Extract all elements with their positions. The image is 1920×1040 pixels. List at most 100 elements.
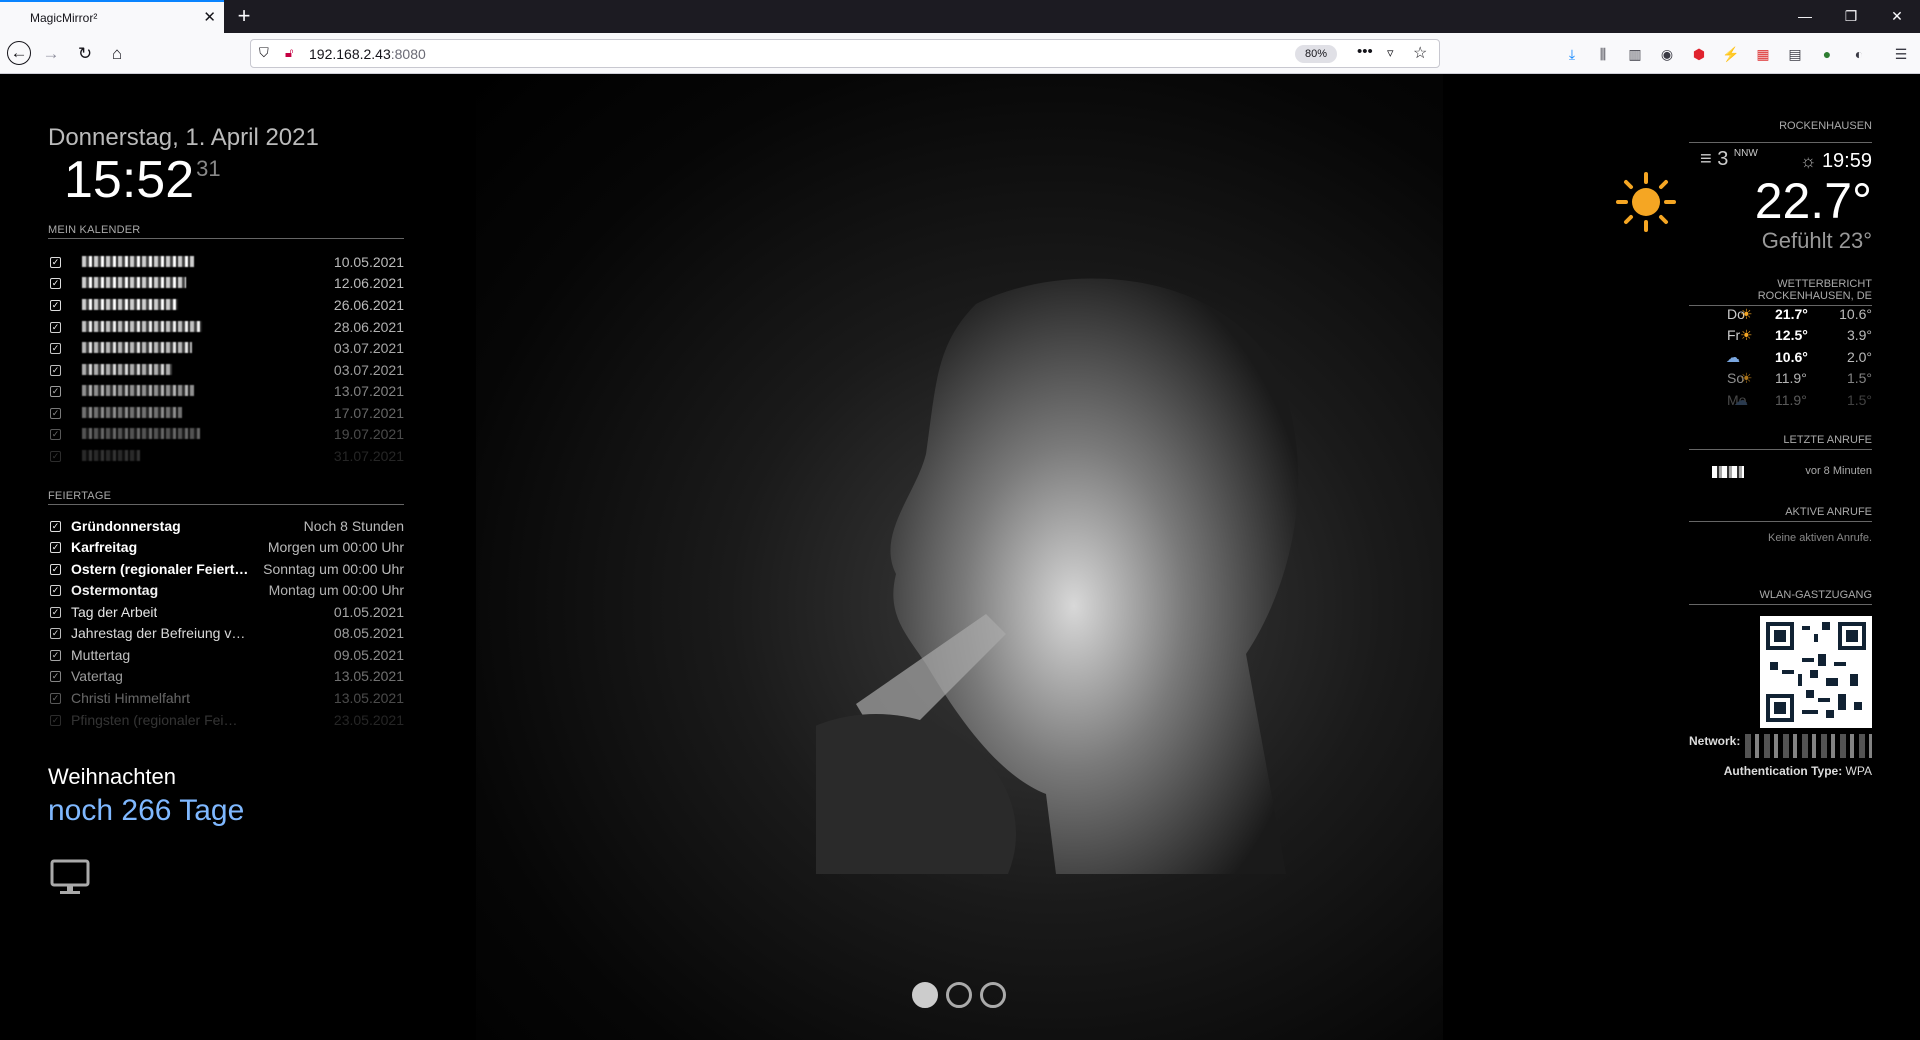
bookmark-star-icon[interactable]: ☆ [1413,43,1427,63]
forecast-row: Sa☁10.6°2.0° [1726,349,1872,365]
calendar-title-redacted [82,450,140,461]
holidays-header: FEIERTAGE [48,490,404,505]
calendar-check-icon: ✓ [50,408,61,419]
slideshow-indicators [912,982,1022,1012]
slide-dot[interactable] [946,982,972,1008]
extension-grid-icon[interactable]: ▤ [1784,43,1806,65]
forecast-row: So ☀ 11.9° 1.5° [1727,370,1872,386]
calendar-title-redacted [82,256,194,267]
url-bar[interactable]: ⛉ 🔓︎ 192.168.2.43:8080 80% ••• ▿ ☆ [250,39,1440,68]
caller-redacted [1712,466,1744,478]
page-actions-icon[interactable]: ••• [1357,43,1373,60]
minimize-icon[interactable]: — [1782,0,1828,33]
extension-green-icon[interactable]: ● [1816,43,1838,65]
countdown-remaining: noch 266 Tage [48,794,245,827]
restore-icon[interactable]: ❐ [1828,0,1874,33]
last-calls-header: LETZTE ANRUFE [1689,434,1872,450]
calendar-item: ✓ 17.07.2021 [50,405,404,421]
holiday-check-icon: ✓ [50,693,61,704]
forecast-row: Do ☀ 21.7° 10.6° [1727,306,1872,322]
insecure-lock-icon[interactable]: 🔓︎ [285,45,293,61]
sun-icon [1616,172,1676,232]
magicmirror-page: Donnerstag, 1. April 2021 15:5231 MEIN K… [0,74,1920,1040]
menu-icon[interactable]: ☰ [1890,43,1912,65]
calendar-check-icon: ✓ [50,322,61,333]
account-icon[interactable]: ◉ [1656,43,1678,65]
calendar-title-redacted [82,407,182,418]
calendar-check-icon: ✓ [50,365,61,376]
holiday-item: ✓ Ostermontag Montag um 00:00 Uhr [50,582,404,598]
browser-navbar: ← → ↻ ⌂ ⛉ 🔓︎ 192.168.2.43:8080 80% ••• ▿… [0,33,1920,74]
calendar-item: ✓ 31.07.2021 [50,448,404,464]
forward-icon[interactable]: → [38,41,64,67]
calendar-item: ✓ 03.07.2021 [50,340,404,356]
new-tab-button[interactable]: + [230,2,258,30]
monitor-icon[interactable] [50,859,90,897]
library-icon[interactable]: ⫼ [1592,43,1614,65]
slide-dot[interactable] [980,982,1006,1008]
holiday-item: ✓ Karfreitag Morgen um 00:00 Uhr [50,539,404,555]
calendar-title-redacted [82,321,202,332]
calendar-item: ✓ 13.07.2021 [50,383,404,399]
calendar-item: ✓ 28.06.2021 [50,319,404,335]
sunset-icon: ☼ [1799,151,1817,171]
calendar-item: ✓ 26.06.2021 [50,297,404,313]
holiday-item: ✓ Muttertag 09.05.2021 [50,647,404,663]
holiday-check-icon: ✓ [50,564,61,575]
holiday-check-icon: ✓ [50,585,61,596]
sun-icon: ☀ [1740,370,1753,386]
weather-location: ROCKENHAUSEN [1779,120,1872,132]
wlan-header: WLAN-GASTZUGANG [1689,589,1872,605]
background-photo [476,74,1443,1040]
bolt-icon[interactable]: ⚡ [1720,43,1742,65]
home-icon[interactable]: ⌂ [104,41,130,67]
calendar-title-redacted [82,428,200,439]
calendar-item: ✓ 19.07.2021 [50,426,404,442]
forecast-row: Mo ☁ 11.9° 1.5° [1727,392,1872,408]
holiday-check-icon: ✓ [50,542,61,553]
holiday-item: ✓ Gründonnerstag Noch 8 Stunden [50,518,404,534]
sun-icon: ☀ [1740,327,1753,343]
forecast-header: WETTERBERICHT ROCKENHAUSEN, DE [1689,278,1872,306]
calendar-check-icon: ✓ [50,278,61,289]
download-icon[interactable]: ⤓ [1561,43,1583,65]
cloud-icon: ☁ [1726,349,1740,365]
portrait-silhouette [816,278,1299,874]
adblock-icon[interactable]: ⬢ [1688,43,1710,65]
active-calls-header: AKTIVE ANRUFE [1689,506,1872,522]
reload-icon[interactable]: ↻ [72,41,98,67]
wlan-qr-code [1760,616,1872,728]
sunset-info: ☼ 19:59 [1799,150,1872,172]
sidebar-icon[interactable]: ▥ [1624,43,1646,65]
pocket-icon[interactable]: ▿ [1387,45,1394,61]
current-temperature: 22.7° [1754,173,1872,229]
cloud-icon: ☁ [1734,392,1748,408]
slide-dot-active[interactable] [912,982,938,1008]
network-label: Network: [1689,734,1741,748]
weather-divider [1689,142,1872,143]
close-window-icon[interactable]: ✕ [1874,0,1920,33]
no-active-calls: Keine aktiven Anrufe. [1768,532,1872,544]
zoom-badge[interactable]: 80% [1295,45,1337,63]
clock-time: 15:5231 [64,151,221,209]
browser-tab[interactable]: MagicMirror² ✕ [0,0,224,33]
wind-info: ≡ 3 NNW [1700,148,1758,170]
network-name-redacted [1745,734,1872,758]
back-icon[interactable]: ← [7,41,31,65]
wind-icon: ≡ [1700,148,1712,170]
calendar-check-icon: ✓ [50,300,61,311]
clock-date: Donnerstag, 1. April 2021 [48,124,319,151]
calendar-check-icon: ✓ [50,451,61,462]
extension-mixed-icon[interactable]: ◐ [1848,43,1870,65]
calendar-header: MEIN KALENDER [48,224,404,239]
shield-icon[interactable]: ⛉ [259,45,269,61]
browser-tab-bar: MagicMirror² ✕ + — ❐ ✕ [0,0,1920,33]
extension-red-icon[interactable]: ▦ [1752,43,1774,65]
close-tab-icon[interactable]: ✕ [203,8,216,26]
calendar-title-redacted [82,277,186,288]
holiday-check-icon: ✓ [50,628,61,639]
tab-title: MagicMirror² [30,11,98,25]
calendar-check-icon: ✓ [50,386,61,397]
holiday-check-icon: ✓ [50,715,61,726]
holiday-check-icon: ✓ [50,521,61,532]
